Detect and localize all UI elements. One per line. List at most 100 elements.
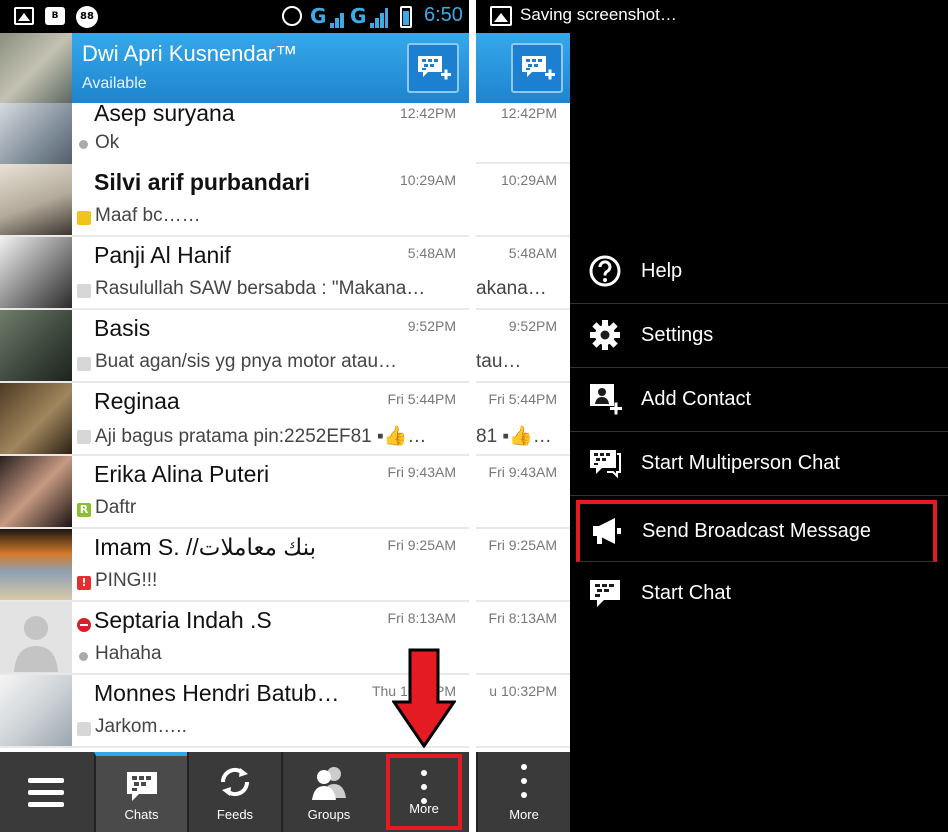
- hamburger-icon: [28, 778, 64, 808]
- chat-row[interactable]: 5:48AM akana…: [476, 237, 570, 310]
- chat-row[interactable]: Fri 8:13AM: [476, 602, 570, 675]
- chat-row[interactable]: Basis 9:52PM Buat agan/sis yg pnya motor…: [0, 310, 469, 383]
- contact-name: Asep suryana: [94, 100, 235, 126]
- menu-item-label: Send Broadcast Message: [642, 520, 872, 542]
- chat-time: 12:42PM: [500, 105, 557, 121]
- refresh-icon: [220, 767, 250, 797]
- chat-time: Fri 5:44PM: [387, 391, 456, 407]
- chat-row[interactable]: u 10:32PM: [476, 675, 570, 748]
- new-chat-button[interactable]: [511, 43, 563, 93]
- tab-groups[interactable]: Groups: [281, 752, 375, 832]
- gear-icon: [590, 320, 620, 350]
- menu-item-send-broadcast-message[interactable]: Send Broadcast Message: [576, 500, 937, 562]
- last-message: akana…: [476, 278, 547, 299]
- chat-row[interactable]: 12:42PM: [476, 103, 570, 164]
- network-type-1: G: [310, 4, 327, 28]
- avatar[interactable]: [0, 33, 72, 103]
- contact-name: Septaria Indah .S: [94, 607, 272, 633]
- avatar: [0, 529, 72, 600]
- tab-label: More: [409, 801, 439, 816]
- bbm-notification-icon: B: [45, 7, 65, 25]
- gallery-notification-icon: [490, 6, 512, 26]
- avatar: [0, 383, 72, 454]
- tab-label: Groups: [307, 807, 351, 822]
- last-message: Aji bagus pratama pin:2252EF81 ▪👍…: [95, 426, 427, 447]
- chat-row[interactable]: Fri 5:44PM 81 ▪👍…: [476, 383, 570, 456]
- menu-item-settings[interactable]: Settings: [570, 304, 948, 368]
- default-avatar-icon: [14, 616, 58, 672]
- chat-time: Fri 9:25AM: [387, 537, 456, 553]
- broadcast-icon: [77, 430, 91, 444]
- last-message: Maaf bc……: [95, 205, 201, 226]
- chat-row[interactable]: Imam S. //بنك معاملات Fri 9:25AM ! PING!…: [0, 529, 469, 602]
- profile-header: [476, 33, 570, 103]
- multiperson-chat-icon: [590, 450, 621, 479]
- profile-header[interactable]: Dwi Apri Kusnendar™ Available: [0, 33, 469, 103]
- battery-icon: [400, 6, 412, 28]
- chat-list-partial-view: 12:42PM 10:29AM 5:48AM akana… 9:52PM tau… …: [476, 0, 570, 832]
- contact-name: Reginaa: [94, 388, 180, 414]
- broadcast-icon: [77, 357, 91, 371]
- chat-row[interactable]: Reginaa Fri 5:44PM Aji bagus pratama pin…: [0, 383, 469, 456]
- busy-status-icon: [77, 618, 91, 632]
- chat-time: Fri 8:13AM: [488, 610, 557, 626]
- avatar: [0, 675, 72, 746]
- profile-status: Available: [82, 75, 147, 92]
- bbm-chat-list-screen: B 88 G G 6:50 Dwi Apri Kusnendar™ Availa…: [0, 0, 469, 832]
- help-icon: [589, 255, 621, 287]
- menu-item-add-contact[interactable]: Add Contact: [570, 368, 948, 432]
- status-dot-icon: [79, 652, 88, 661]
- menu-item-start-multiperson-chat[interactable]: Start Multiperson Chat: [570, 432, 948, 496]
- network-type-2: G: [350, 4, 367, 28]
- chat-time: Fri 9:43AM: [387, 464, 456, 480]
- new-chat-button[interactable]: [407, 43, 459, 93]
- last-message: Ok: [95, 132, 120, 153]
- chat-time: 9:52PM: [407, 318, 456, 334]
- contact-name: Silvi arif purbandari: [94, 169, 310, 195]
- broadcast-icon: [77, 211, 91, 225]
- contact-name: Panji Al Hanif: [94, 242, 231, 268]
- chat-row[interactable]: Fri 9:25AM: [476, 529, 570, 602]
- chat-row[interactable]: Fri 9:43AM: [476, 456, 570, 529]
- notification-count-badge: 88: [76, 6, 98, 28]
- signal-bars-icon: [370, 8, 388, 28]
- chat-time: 5:48AM: [407, 245, 456, 261]
- chat-row[interactable]: Silvi arif purbandari 10:29AM Maaf bc……: [0, 164, 469, 237]
- menu-item-help[interactable]: Help: [570, 240, 948, 304]
- tab-more[interactable]: More: [386, 754, 462, 830]
- contact-name: Basis: [94, 315, 151, 341]
- chat-time: u 10:32PM: [489, 683, 557, 699]
- contact-name: Monnes Hendri Batub…: [94, 680, 340, 706]
- last-message: 81 ▪👍…: [476, 426, 552, 447]
- megaphone-icon: [593, 518, 621, 544]
- tab-feeds[interactable]: Feeds: [187, 752, 281, 832]
- chat-row[interactable]: 9:52PM tau…: [476, 310, 570, 383]
- alarm-icon: [282, 6, 302, 26]
- contact-name: Erika Alina Puteri: [94, 461, 270, 487]
- tab-more[interactable]: More: [476, 752, 570, 832]
- chat-time: Fri 8:13AM: [387, 610, 456, 626]
- menu-button[interactable]: [0, 752, 94, 832]
- chat-time: 9:52PM: [508, 318, 557, 334]
- bottom-tab-bar: Chats Feeds Groups More: [0, 752, 469, 832]
- notification-text: Saving screenshot…: [520, 5, 677, 24]
- chat-row[interactable]: 10:29AM: [476, 164, 570, 237]
- avatar: [0, 164, 72, 235]
- add-contact-icon: [590, 384, 622, 415]
- bbm-chat-plus-icon: [418, 56, 451, 80]
- status-time: 6:50: [424, 4, 463, 26]
- chat-row[interactable]: Erika Alina Puteri Fri 9:43AM R Daftr: [0, 456, 469, 529]
- menu-item-start-chat[interactable]: Start Chat: [570, 562, 948, 626]
- bottom-tab-bar: More: [476, 752, 570, 832]
- chat-time: Fri 9:43AM: [488, 464, 557, 480]
- more-menu-panel: Saving screenshot… Help Settings Add Con…: [490, 0, 948, 832]
- read-status-icon: R: [77, 503, 91, 517]
- chat-time: 10:29AM: [399, 172, 456, 188]
- avatar: [0, 310, 72, 381]
- menu-item-label: Start Chat: [641, 582, 732, 604]
- avatar: [0, 237, 72, 308]
- menu-item-label: Add Contact: [641, 388, 752, 410]
- tab-chats[interactable]: Chats: [94, 752, 187, 832]
- chat-row[interactable]: Panji Al Hanif 5:48AM Rasulullah SAW ber…: [0, 237, 469, 310]
- last-message: PING!!!: [95, 570, 158, 591]
